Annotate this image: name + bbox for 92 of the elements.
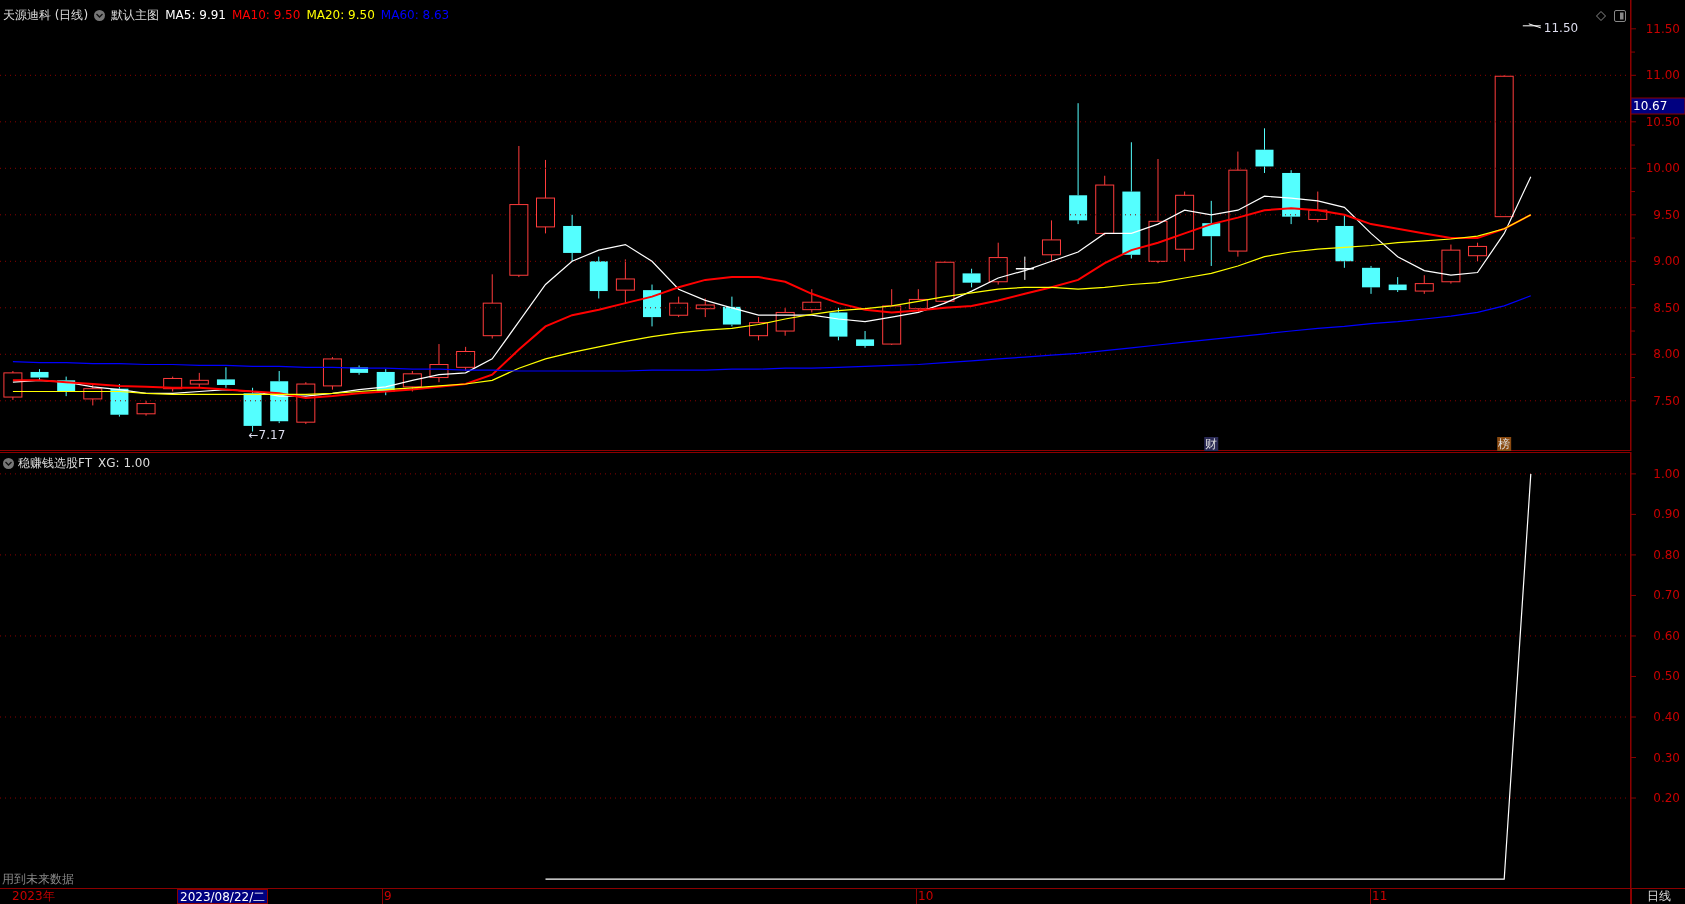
axis-label: 1.00 xyxy=(1653,466,1680,481)
candlestick xyxy=(1414,274,1434,295)
candlestick xyxy=(1015,256,1035,281)
candlestick xyxy=(1308,191,1328,223)
indicator-value: MA10: 9.50 xyxy=(231,7,301,24)
axis-label: 8.50 xyxy=(1653,300,1680,315)
axis-label: 0.20 xyxy=(1653,791,1680,806)
candlestick xyxy=(163,376,183,392)
candlestick xyxy=(110,383,129,418)
candlestick xyxy=(1388,276,1407,293)
axis-label: 0.30 xyxy=(1653,750,1680,765)
candlestick xyxy=(456,346,476,372)
time-axis-label: 10 xyxy=(918,889,934,904)
candlestick xyxy=(669,296,689,318)
candlestick xyxy=(243,387,262,432)
candlestick xyxy=(1362,265,1381,295)
candlestick xyxy=(1255,127,1274,174)
candlestick xyxy=(350,364,369,376)
candlestick xyxy=(1468,242,1488,262)
candlestick xyxy=(749,316,769,341)
candlestick xyxy=(722,296,741,327)
axis-label: 10.00 xyxy=(1645,161,1680,176)
candlestick xyxy=(1041,219,1061,262)
dropdown-icon[interactable] xyxy=(3,457,14,469)
candlestick xyxy=(1282,169,1301,225)
time-axis-label: 9 xyxy=(384,889,392,904)
axis-label: 0.60 xyxy=(1653,628,1680,643)
candlestick xyxy=(802,288,822,313)
axis-label: 10.50 xyxy=(1645,114,1680,129)
candlestick xyxy=(643,284,661,327)
axis-label: 11.00 xyxy=(1645,68,1680,83)
candlestick xyxy=(83,383,103,406)
axis-label: 0.80 xyxy=(1653,547,1680,562)
candlestick xyxy=(882,288,902,346)
time-axis-label: 11 xyxy=(1372,889,1388,904)
candlestick xyxy=(1441,244,1461,285)
cursor-date-label: 2023/08/22/二 xyxy=(177,889,269,904)
indicator-title: 稳赚钱选股FT xyxy=(18,455,93,472)
warning-note: 用到未来数据 xyxy=(2,871,74,888)
candlestick xyxy=(935,260,955,304)
panel-toggle-icon[interactable] xyxy=(1614,10,1626,22)
candlestick xyxy=(775,307,795,337)
indicator-value: MA20: 9.50 xyxy=(306,7,375,24)
event-badge[interactable]: 财 xyxy=(1204,437,1219,451)
axis-label: 0.70 xyxy=(1653,588,1680,603)
candlestick xyxy=(296,381,316,425)
indicator-value: MA60: 8.63 xyxy=(380,7,450,24)
candlestick xyxy=(429,343,449,383)
candlestick xyxy=(1202,200,1221,267)
axis-label: 8.00 xyxy=(1653,347,1680,362)
candlestick xyxy=(988,242,1008,286)
axis-label: 9.50 xyxy=(1653,207,1680,222)
candlestick xyxy=(57,376,76,397)
high-price-label: 11.50 xyxy=(1543,20,1579,35)
indicator-value: MA5: 9.91 xyxy=(165,7,226,24)
indicator-value: XG: 1.00 xyxy=(98,455,151,472)
candlestick xyxy=(1335,214,1354,269)
candlestick xyxy=(589,256,608,299)
axis-label: 0.40 xyxy=(1653,710,1680,724)
candlestick xyxy=(376,368,395,396)
candlestick xyxy=(856,330,875,349)
candlestick xyxy=(136,400,156,417)
time-axis-label: 2023年 xyxy=(12,889,55,904)
candlestick xyxy=(270,370,289,424)
axis-label: 9.00 xyxy=(1653,254,1680,269)
candlestick xyxy=(1095,175,1115,236)
axis-label: 0.50 xyxy=(1653,669,1680,684)
arrow-icon xyxy=(1522,23,1542,29)
stock-title: 天源迪科 (日线) xyxy=(3,7,89,24)
axis-label: 7.50 xyxy=(1653,393,1680,408)
candlestick xyxy=(402,370,422,392)
axis-label: 11.50 xyxy=(1645,21,1680,36)
axis-label: 0.90 xyxy=(1653,507,1680,522)
template-label[interactable]: 默认主图 xyxy=(111,6,160,24)
dropdown-icon[interactable] xyxy=(94,9,106,21)
candlestick xyxy=(829,307,848,341)
candlestick xyxy=(908,288,928,313)
candlestick xyxy=(189,372,209,388)
candlestick xyxy=(615,258,635,304)
current-price-marker: 10.67 xyxy=(1630,97,1685,115)
candlestick xyxy=(482,273,502,339)
event-badge[interactable]: 榜 xyxy=(1497,437,1512,451)
low-price-label: ←7.17 xyxy=(248,428,286,443)
candlestick xyxy=(3,370,23,401)
candlestick xyxy=(1175,191,1195,262)
candlestick xyxy=(30,368,49,381)
period-label[interactable]: 日线 xyxy=(1646,889,1671,904)
candlestick xyxy=(695,298,715,318)
candlestick xyxy=(216,366,235,389)
candlestick xyxy=(962,268,981,288)
candlestick xyxy=(322,356,342,391)
candlestick xyxy=(563,214,582,262)
